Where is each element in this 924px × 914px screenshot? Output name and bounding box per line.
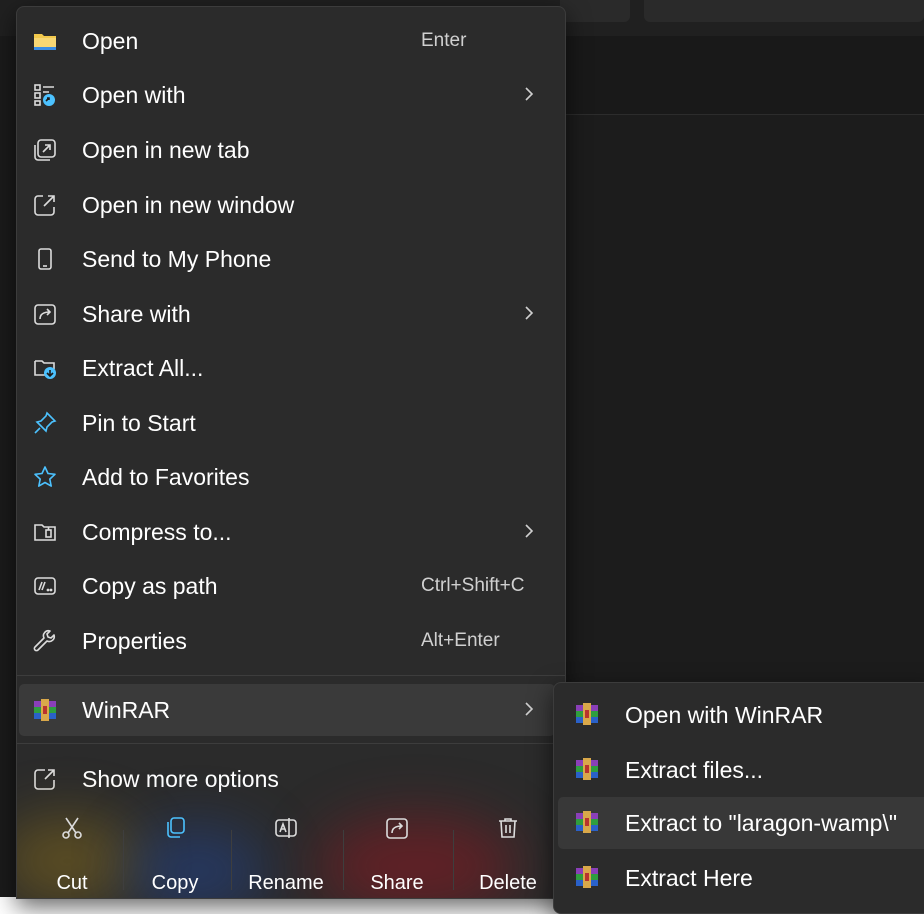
menu-item-label: Show more options [82, 765, 279, 792]
submenu-item-label: Extract to "laragon-wamp\" [625, 810, 897, 836]
menu-item-properties[interactable]: Properties Alt+Enter [19, 615, 561, 667]
menu-item-compress-to[interactable]: Compress to... [19, 506, 561, 558]
rename-icon [275, 818, 297, 838]
menu-item-open-with[interactable]: Open with [19, 69, 561, 121]
new-window-icon [33, 193, 57, 217]
menu-item-extract-all[interactable]: Extract All... [19, 342, 561, 394]
new-tab-icon [33, 138, 57, 162]
menu-item-show-more-options[interactable]: Show more options [19, 753, 561, 805]
chevron-right-icon [525, 87, 534, 101]
menu-item-open-in-new-tab[interactable]: Open in new tab [19, 124, 561, 176]
submenu-item-label: Open with WinRAR [625, 702, 824, 728]
toolbar-label: Copy [151, 872, 199, 894]
submenu-item-open-with-winrar[interactable]: Open with WinRAR [558, 689, 924, 741]
winrar-icon [576, 811, 600, 835]
menu-item-label: Open [82, 27, 139, 54]
menu-item-winrar[interactable]: WinRAR [19, 684, 555, 736]
menu-item-copy-as-path[interactable]: Copy as path Ctrl+Shift+C [19, 560, 561, 612]
submenu-item-extract-to-folder[interactable]: Extract to "laragon-wamp\" [558, 797, 924, 849]
copy-path-icon [33, 574, 57, 598]
menu-item-label: Open with [82, 81, 186, 108]
cut-button[interactable]: Cut [17, 806, 127, 898]
explorer-tab[interactable] [560, 0, 630, 22]
share-button[interactable]: Share [342, 806, 452, 898]
menu-item-label: Copy as path [82, 572, 218, 599]
wrench-icon [33, 629, 57, 653]
submenu-item-extract-here[interactable]: Extract Here [558, 852, 924, 904]
menu-item-label: Pin to Start [82, 409, 196, 436]
chevron-right-icon [525, 702, 534, 716]
rename-button[interactable]: Rename [231, 806, 341, 898]
pin-icon [33, 411, 57, 435]
open-with-icon [33, 83, 57, 107]
menu-item-label: Extract All... [82, 354, 204, 381]
more-options-icon [33, 767, 57, 791]
winrar-icon [33, 698, 57, 722]
folder-icon [33, 29, 57, 53]
menu-separator [17, 743, 565, 744]
menu-separator [17, 675, 565, 676]
chevron-right-icon [525, 306, 534, 320]
menu-item-shortcut: Ctrl+Shift+C [421, 575, 525, 596]
compress-icon [33, 520, 57, 544]
menu-item-add-to-favorites[interactable]: Add to Favorites [19, 451, 561, 503]
share-icon [386, 818, 408, 839]
winrar-icon [576, 866, 600, 890]
extract-folder-icon [33, 356, 57, 380]
menu-item-label: Properties [82, 627, 187, 654]
explorer-command-bar [564, 36, 924, 115]
share-with-icon [33, 302, 57, 326]
copy-button[interactable]: Copy [120, 806, 230, 898]
toolbar-label: Delete [479, 872, 537, 894]
menu-item-pin-to-start[interactable]: Pin to Start [19, 397, 561, 449]
toolbar-label: Share [370, 872, 424, 894]
submenu-item-label: Extract files... [625, 757, 764, 783]
trash-icon [499, 818, 517, 838]
submenu-item-label: Extract Here [625, 865, 753, 891]
menu-item-label: Share with [82, 300, 191, 327]
toolbar-label: Rename [248, 872, 324, 894]
menu-item-label: Send to My Phone [82, 245, 272, 272]
submenu-item-extract-files[interactable]: Extract files... [558, 744, 924, 796]
toolbar-label: Cut [56, 872, 88, 894]
menu-item-send-to-my-phone[interactable]: Send to My Phone [19, 233, 561, 285]
menu-item-share-with[interactable]: Share with [19, 288, 561, 340]
context-menu: Open Enter Open with Open in new tab Ope… [16, 6, 566, 899]
menu-item-open[interactable]: Open Enter [19, 15, 561, 67]
winrar-icon [576, 703, 600, 727]
delete-button[interactable]: Delete [453, 806, 563, 898]
menu-item-shortcut: Alt+Enter [421, 630, 500, 651]
quick-actions-toolbar: Cut Copy Rename Share Delete [17, 806, 565, 898]
explorer-tab[interactable] [644, 0, 924, 22]
copy-icon [167, 817, 185, 838]
menu-item-label: Add to Favorites [82, 463, 250, 490]
menu-item-label: Compress to... [82, 518, 232, 545]
menu-item-open-in-new-window[interactable]: Open in new window [19, 179, 561, 231]
menu-item-shortcut: Enter [421, 30, 467, 51]
scissors-icon [62, 817, 82, 839]
winrar-submenu: Open with WinRAR Extract files... Extrac… [553, 682, 924, 914]
menu-item-label: WinRAR [82, 696, 171, 723]
menu-item-label: Open in new window [82, 191, 295, 218]
chevron-right-icon [525, 524, 534, 538]
menu-item-label: Open in new tab [82, 136, 250, 163]
phone-icon [33, 247, 57, 271]
star-icon [33, 465, 57, 489]
winrar-icon [576, 758, 600, 782]
